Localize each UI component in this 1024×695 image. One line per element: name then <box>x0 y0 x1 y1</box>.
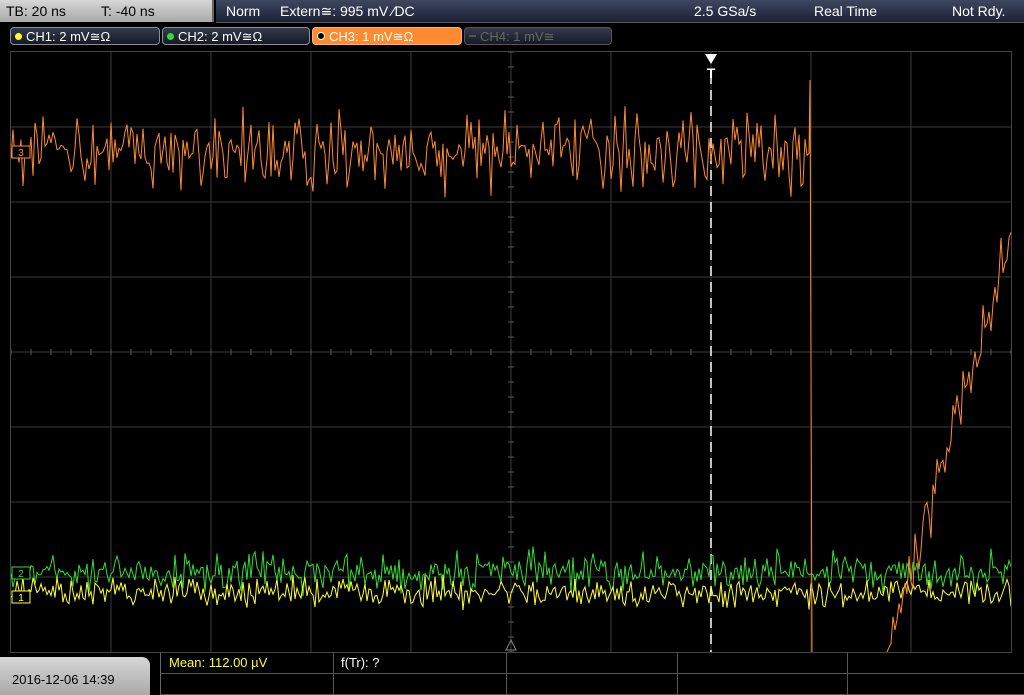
channel-bar: CH1: 2 mV≅Ω CH2: 2 mV≅Ω CH3: 1 mV≅Ω CH4:… <box>0 24 1024 48</box>
trigger-state-label: Not Rdy. <box>952 3 1006 19</box>
footer-bar: 2016-12-06 14:39 Mean: 112.00 µV f(Tr): … <box>0 653 1024 695</box>
timebase-panel[interactable]: TB: 20 ns T: -40 ns <box>0 0 214 22</box>
ch1-indicator-icon <box>15 33 22 40</box>
ch2-ground-marker-label: 2 <box>18 569 24 580</box>
trigger-marker-icon <box>705 54 717 64</box>
ch2-indicator-icon <box>167 33 174 40</box>
measurement-mean: Mean: 112.00 µV <box>169 655 268 670</box>
trigger-mode-label: Norm <box>226 3 261 19</box>
trigger-source-label: Extern≅: 995 mV ⁄DC <box>280 3 415 19</box>
channel-3-button[interactable]: CH3: 1 mV≅Ω <box>312 27 462 45</box>
waveform-display[interactable]: T 3 2 1 <box>10 51 1012 653</box>
acquisition-panel[interactable]: Norm Extern≅: 995 mV ⁄DC 2.5 GSa/s Real … <box>216 0 1024 23</box>
datetime-panel: 2016-12-06 14:39 <box>0 657 150 695</box>
status-bar: TB: 20 ns T: -40 ns Norm Extern≅: 995 mV… <box>0 0 1024 24</box>
channel-2-label: CH2: 2 mV≅Ω <box>178 29 263 44</box>
measurement-row <box>161 674 1024 695</box>
ch1-ground-marker-label: 1 <box>18 593 24 604</box>
channel-1-label: CH1: 2 mV≅Ω <box>26 29 111 44</box>
trigger-marker-label: T <box>707 65 716 81</box>
timebase-label: TB: 20 ns <box>6 3 66 19</box>
sample-rate-label: 2.5 GSa/s <box>694 3 757 19</box>
channel-2-button[interactable]: CH2: 2 mV≅Ω <box>162 27 310 45</box>
measurement-rise-frequency: f(Tr): ? <box>341 655 380 670</box>
waveform-canvas: T 3 2 1 <box>11 52 1011 652</box>
measurement-row <box>161 653 1024 674</box>
ch4-indicator-icon <box>469 35 476 37</box>
datetime-label: 2016-12-06 14:39 <box>12 672 115 687</box>
ch3-indicator-icon <box>317 32 325 40</box>
acquire-mode-label: Real Time <box>814 3 878 19</box>
channel-4-label: CH4: 1 mV≅ <box>480 29 555 44</box>
channel-3-label: CH3: 1 mV≅Ω <box>329 29 414 44</box>
channel-4-button[interactable]: CH4: 1 mV≅ <box>464 27 612 45</box>
channel-1-button[interactable]: CH1: 2 mV≅Ω <box>10 27 160 45</box>
measurement-panel[interactable]: Mean: 112.00 µV f(Tr): ? <box>160 653 1024 695</box>
ch3-ground-marker-label: 3 <box>18 148 24 159</box>
trigger-time-label: T: -40 ns <box>101 3 155 19</box>
